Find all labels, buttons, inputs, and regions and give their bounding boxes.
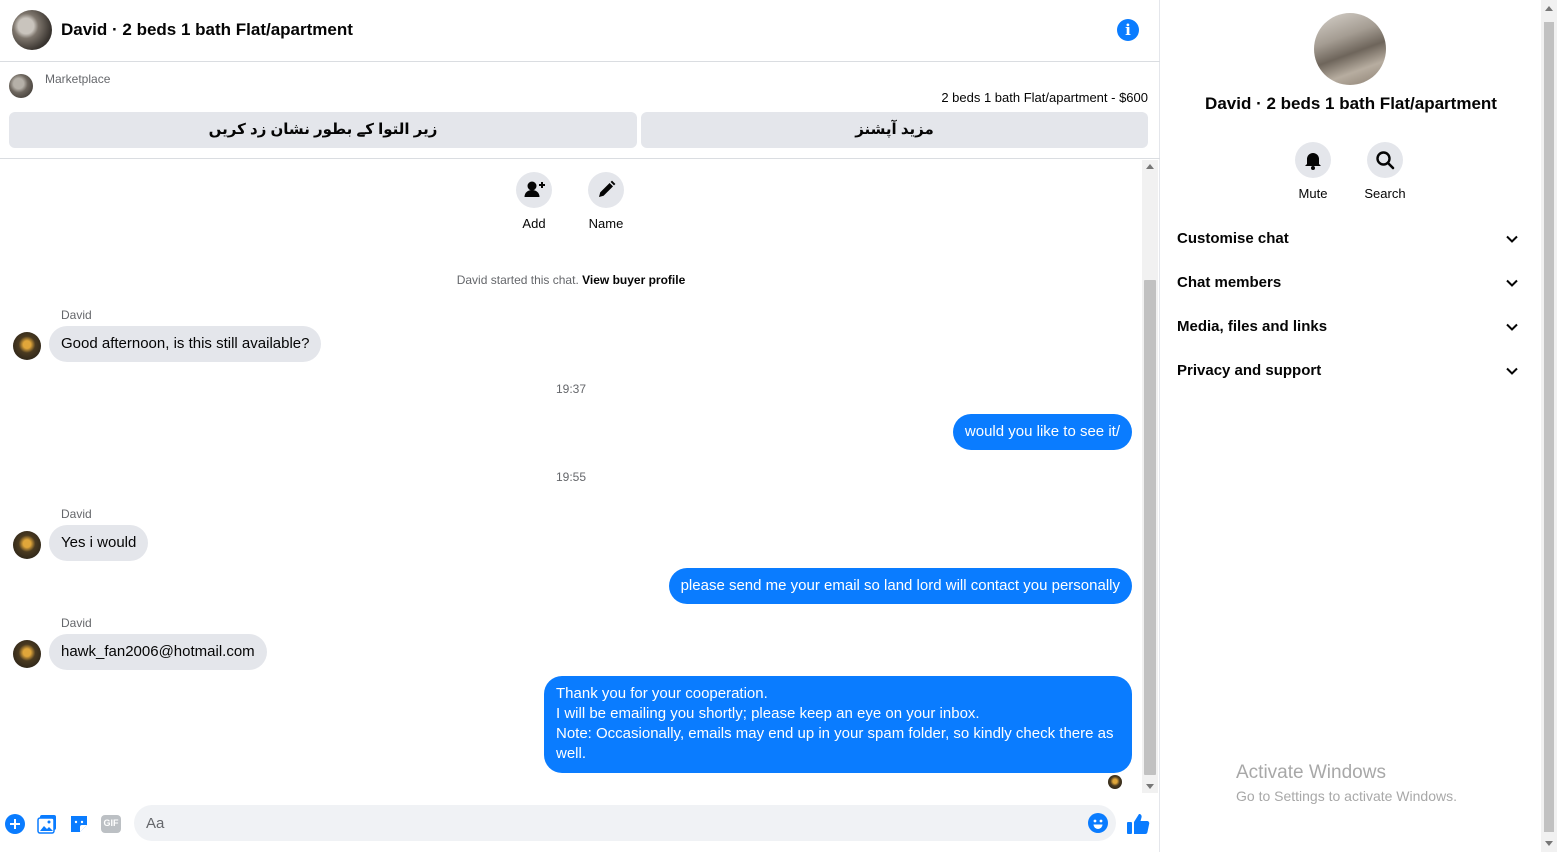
listing-avatar[interactable]	[12, 10, 52, 50]
menu-media-files-links[interactable]: Media, files and links	[1169, 305, 1533, 349]
search-label: Search	[1364, 186, 1406, 201]
chevron-down-icon	[1506, 279, 1518, 287]
scroll-down-arrow[interactable]	[1146, 784, 1154, 789]
message-scrollbar[interactable]	[1142, 160, 1158, 793]
photo-icon[interactable]	[37, 814, 57, 834]
scroll-up-arrow[interactable]	[1545, 6, 1553, 11]
add-people-action[interactable]: Add	[504, 172, 564, 231]
incoming-message[interactable]: Good afternoon, is this still available?	[49, 326, 322, 362]
scroll-up-arrow[interactable]	[1146, 164, 1154, 169]
menu-privacy-support[interactable]: Privacy and support	[1169, 349, 1533, 393]
message-line: Thank you for your cooperation.	[556, 685, 768, 702]
chat-started-notice: David started this chat. View buyer prof…	[0, 273, 1142, 287]
mute-label: Mute	[1298, 186, 1328, 201]
name-label: Name	[588, 216, 624, 231]
chevron-down-icon	[1506, 323, 1518, 331]
message-line: Note: Occasionally, emails may end up in…	[556, 725, 1114, 762]
more-options-button[interactable]: مزید آپشنز	[641, 112, 1148, 148]
scroll-thumb[interactable]	[1544, 22, 1554, 832]
mute-action[interactable]: Mute	[1283, 142, 1343, 201]
add-person-icon	[516, 172, 552, 208]
plus-icon[interactable]	[5, 814, 25, 834]
mark-pending-button[interactable]: زیر التوا کے بطور نشان زد کریں	[9, 112, 637, 148]
marketplace-label: Marketplace	[45, 72, 111, 86]
page-scrollbar[interactable]	[1541, 0, 1557, 852]
message-list: Add Name David started this chat. View b…	[0, 160, 1142, 793]
message-line: I will be emailing you shortly; please k…	[556, 705, 980, 722]
gif-label: GIF	[103, 818, 119, 828]
seen-indicator-avatar	[1108, 775, 1122, 789]
avatar[interactable]	[13, 332, 41, 360]
sticker-icon[interactable]	[69, 814, 89, 834]
bell-icon	[1295, 142, 1331, 178]
avatar[interactable]	[13, 640, 41, 668]
sender-name: David	[61, 507, 92, 521]
composer: GIF	[0, 793, 1160, 852]
marketplace-bar: Marketplace 2 beds 1 bath Flat/apartment…	[0, 62, 1160, 159]
outgoing-message[interactable]: Thank you for your cooperation. I will b…	[544, 676, 1132, 773]
outgoing-message[interactable]: would you like to see it/	[952, 414, 1132, 450]
panel-title: David · 2 beds 1 bath Flat/apartment	[1205, 94, 1497, 113]
menu-label: Media, files and links	[1177, 318, 1328, 335]
listing-summary[interactable]: 2 beds 1 bath Flat/apartment - $600	[941, 90, 1148, 105]
gif-icon[interactable]: GIF	[101, 814, 121, 834]
timestamp: 19:55	[555, 470, 587, 484]
search-action[interactable]: Search	[1355, 142, 1415, 201]
view-buyer-profile-link[interactable]: View buyer profile	[582, 273, 685, 287]
outgoing-message[interactable]: please send me your email so land lord w…	[668, 568, 1132, 604]
chat-info-panel: David · 2 beds 1 bath Flat/apartment Mut…	[1161, 0, 1541, 852]
info-icon[interactable]: i	[1117, 19, 1139, 41]
chevron-down-icon	[1506, 367, 1518, 375]
pencil-icon	[588, 172, 624, 208]
listing-thumbnail[interactable]	[9, 74, 33, 98]
chat-header: David · 2 beds 1 bath Flat/apartment i	[0, 0, 1160, 62]
chat-started-text: David started this chat.	[456, 273, 579, 287]
add-label: Add	[522, 216, 546, 231]
chevron-down-icon	[1506, 235, 1518, 243]
windows-activation-watermark: Activate Windows Go to Settings to activ…	[1236, 762, 1457, 804]
menu-label: Chat members	[1177, 274, 1282, 291]
like-icon[interactable]	[1126, 813, 1150, 835]
sender-name: David	[61, 616, 92, 630]
scroll-thumb[interactable]	[1144, 280, 1156, 775]
avatar[interactable]	[13, 531, 41, 559]
emoji-icon[interactable]	[1088, 813, 1108, 833]
menu-chat-members[interactable]: Chat members	[1169, 261, 1533, 305]
menu-customise-chat[interactable]: Customise chat	[1169, 217, 1533, 261]
chat-title[interactable]: David · 2 beds 1 bath Flat/apartment	[61, 20, 353, 40]
timestamp: 19:37	[555, 382, 587, 396]
message-input[interactable]	[146, 805, 1076, 841]
listing-photo[interactable]	[1314, 13, 1386, 85]
chat-window: David · 2 beds 1 bath Flat/apartment i M…	[0, 0, 1160, 852]
sender-name: David	[61, 308, 92, 322]
incoming-message[interactable]: Yes i would	[49, 525, 149, 561]
watermark-title: Activate Windows	[1236, 762, 1386, 783]
menu-label: Privacy and support	[1177, 362, 1322, 379]
incoming-message[interactable]: hawk_fan2006@hotmail.com	[49, 634, 267, 670]
scroll-down-arrow[interactable]	[1545, 841, 1553, 846]
watermark-subtitle: Go to Settings to activate Windows.	[1236, 788, 1457, 804]
message-input-container	[134, 805, 1116, 841]
menu-label: Customise chat	[1177, 230, 1289, 247]
name-chat-action[interactable]: Name	[576, 172, 636, 231]
search-icon	[1367, 142, 1403, 178]
